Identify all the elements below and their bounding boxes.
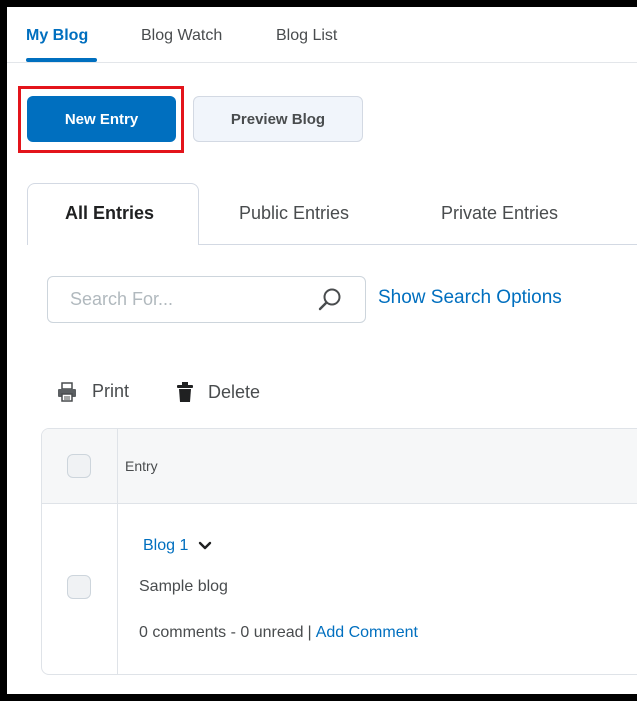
- entry-title-link[interactable]: Blog 1: [143, 537, 212, 555]
- nav-tab-my-blog[interactable]: My Blog: [26, 27, 88, 45]
- tab-private-entries[interactable]: Private Entries: [441, 203, 558, 224]
- entry-meta: 0 comments - 0 unread | Add Comment: [139, 624, 418, 642]
- search-input[interactable]: [49, 278, 299, 321]
- add-comment-link[interactable]: Add Comment: [316, 624, 418, 641]
- column-header-entry: Entry: [125, 458, 158, 474]
- new-entry-button[interactable]: New Entry: [27, 96, 176, 142]
- select-all-checkbox[interactable]: [67, 454, 91, 478]
- top-navigation: My Blog Blog Watch Blog List: [7, 7, 637, 63]
- entry-description: Sample blog: [139, 578, 228, 595]
- row-checkbox[interactable]: [67, 575, 91, 599]
- trash-icon: [177, 382, 193, 402]
- chevron-down-icon[interactable]: [198, 541, 212, 551]
- preview-blog-button[interactable]: Preview Blog: [193, 96, 363, 142]
- print-button[interactable]: Print: [56, 381, 129, 402]
- active-tab-indicator: [26, 58, 97, 62]
- nav-tab-blog-list[interactable]: Blog List: [276, 27, 337, 45]
- search-icon[interactable]: [317, 287, 343, 313]
- show-search-options-link[interactable]: Show Search Options: [378, 287, 562, 309]
- tabs-baseline: [199, 244, 637, 245]
- meta-separator: |: [307, 624, 312, 641]
- table-header-row: Entry: [42, 429, 637, 504]
- entry-title-text: Blog 1: [143, 537, 189, 554]
- nav-tab-blog-watch[interactable]: Blog Watch: [141, 27, 222, 45]
- entry-comment-count: 0 comments - 0 unread: [139, 624, 304, 641]
- delete-label: Delete: [208, 381, 261, 402]
- delete-button[interactable]: Delete: [176, 381, 260, 403]
- printer-icon: [58, 381, 76, 402]
- tab-public-entries[interactable]: Public Entries: [239, 203, 349, 224]
- tab-all-entries[interactable]: All Entries: [65, 203, 154, 224]
- column-divider: [117, 429, 118, 674]
- search-box: [47, 276, 366, 323]
- entries-table: Entry Blog 1 Sample blog 0 comments - 0 …: [41, 428, 637, 675]
- page-frame: My Blog Blog Watch Blog List New Entry P…: [7, 7, 637, 694]
- print-label: Print: [92, 381, 130, 401]
